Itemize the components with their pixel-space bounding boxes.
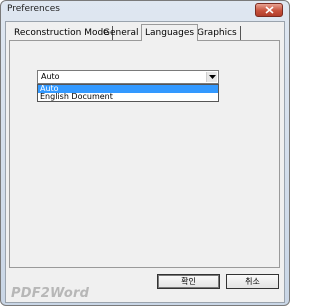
cancel-button[interactable]: 취소 xyxy=(226,274,279,289)
title-bar[interactable]: Preferences xyxy=(1,1,289,21)
tab-graphics[interactable]: Graphics xyxy=(197,26,241,40)
language-dropdown-list: Auto English Document xyxy=(37,84,219,102)
ok-button[interactable]: 확인 xyxy=(157,274,220,289)
window-title: Preferences xyxy=(7,4,60,14)
preferences-window: Preferences Reconstruction Mode General … xyxy=(0,0,290,306)
tab-languages[interactable]: Languages xyxy=(141,24,199,41)
option-english-document[interactable]: English Document xyxy=(38,93,218,101)
chevron-down-icon xyxy=(209,75,216,79)
close-icon xyxy=(265,6,274,14)
tab-reconstruction-mode[interactable]: Reconstruction Mode xyxy=(14,26,113,40)
dropdown-button[interactable] xyxy=(206,72,217,82)
dialog-client-area: Reconstruction Mode General Languages Gr… xyxy=(5,21,285,303)
tab-general[interactable]: General xyxy=(103,26,143,40)
language-select[interactable]: Auto xyxy=(37,70,219,84)
language-select-value: Auto xyxy=(41,72,60,81)
brand-logo-text: PDF2Word xyxy=(11,286,90,301)
close-button[interactable] xyxy=(255,3,283,17)
